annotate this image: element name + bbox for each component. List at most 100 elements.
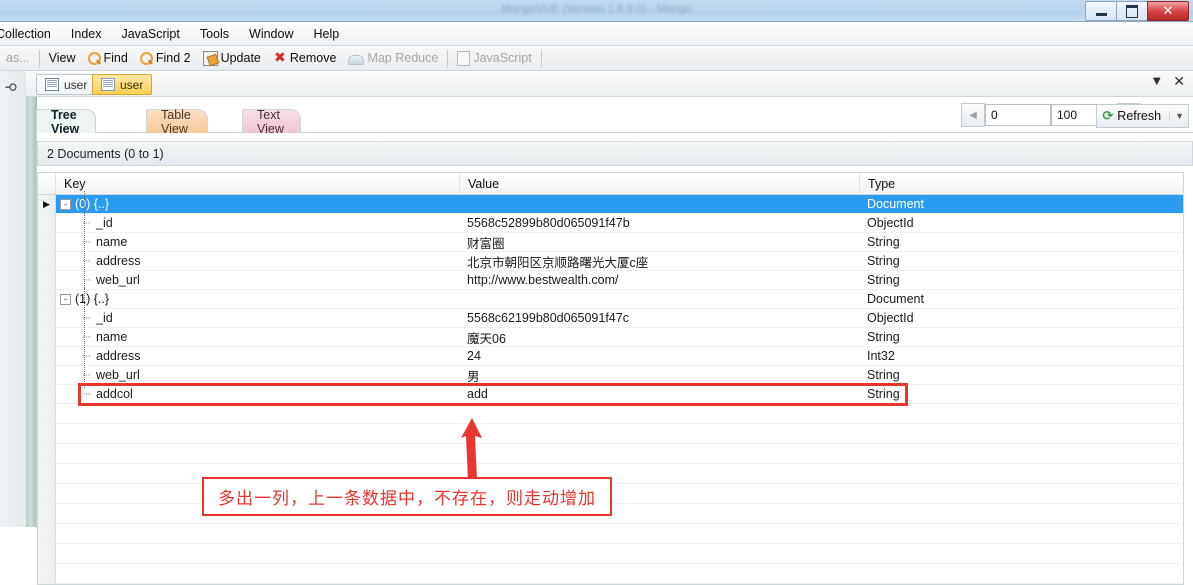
close-button[interactable]: ✕ [1147,1,1189,21]
row-selector[interactable]: ▶ [38,195,56,213]
cell-key[interactable]: - (0) {..} [56,195,460,213]
row-selector[interactable] [38,366,56,384]
row-selector[interactable] [38,271,56,289]
toolbar-button-remove[interactable]: ✖ Remove [267,49,343,67]
collection-tab-bar: user user ▼ ✕ [26,71,1193,97]
cell-key[interactable]: ··· name [56,233,460,251]
cell-value[interactable]: 北京市朝阳区京顺路曙光大厦c座 [460,252,860,270]
minimize-button[interactable] [1085,1,1117,21]
maximize-button[interactable] [1117,1,1147,21]
cell-type[interactable]: ObjectId [860,309,1180,327]
tab-text-view[interactable]: Text View [242,108,301,136]
menu-item-window[interactable]: Window [239,25,303,43]
row-selector[interactable] [38,484,56,503]
cell-key[interactable]: ··· address [56,252,460,270]
table-row[interactable]: ··· name 财富圈 String [38,233,1183,252]
pager-prev-button[interactable]: ◀ [961,103,985,127]
cell-type[interactable]: String [860,271,1180,289]
toolbar-button-find[interactable]: Find [82,49,134,67]
menu-item-javascript[interactable]: JavaScript [111,25,189,43]
row-selector[interactable] [38,252,56,270]
row-selector[interactable] [38,233,56,251]
cell-value[interactable]: 魔天06 [460,328,860,346]
row-selector[interactable] [38,504,56,523]
toolbar-button-update[interactable]: Update [197,49,267,68]
pin-icon[interactable]: ⚲ [3,82,19,92]
cell-type[interactable]: String [860,385,1180,403]
row-selector[interactable] [38,544,56,563]
cell-type[interactable]: String [860,366,1180,384]
toolbar-button-map-reduce[interactable]: Map Reduce [342,49,444,67]
cell-key[interactable]: ··· address [56,347,460,365]
cell-value[interactable]: 5568c62199b80d065091f47c [460,309,860,327]
expander-icon[interactable]: - [60,198,71,210]
collection-tab-user-2[interactable]: user [92,74,153,95]
menu-item-index[interactable]: Index [61,25,112,43]
cell-value[interactable]: 24 [460,347,860,365]
collection-tab-user-1[interactable]: user [36,74,97,95]
row-selector[interactable] [38,214,56,232]
empty-row [38,404,1183,424]
magnifier-icon [87,52,101,65]
refresh-dropdown-caret[interactable]: ▼ [1169,111,1184,121]
cell-value[interactable]: 财富圈 [460,233,860,251]
grid-header-value[interactable]: Value [460,173,860,194]
table-row[interactable]: ▶ - (0) {..} Document [38,195,1183,214]
cell-key[interactable]: ··· _id [56,214,460,232]
tab-tree-view[interactable]: Tree View [36,108,97,136]
grid-header-type[interactable]: Type [860,173,1180,194]
cell-type[interactable]: String [860,328,1180,346]
cell-type[interactable]: String [860,252,1180,270]
cell-type[interactable]: Document [860,290,1180,308]
annotation-box: 多出一列，上一条数据中，不存在，则走动增加 [202,477,612,516]
cell-value[interactable]: 5568c52899b80d065091f47b [460,214,860,232]
cell-value[interactable] [460,195,860,213]
cell-key[interactable]: - (1) {..} [56,290,460,308]
cell-value[interactable]: http://www.bestwealth.com/ [460,271,860,289]
toolbar-overflow[interactable]: as... [0,49,36,67]
skip-input[interactable]: 0 [985,104,1051,126]
toolbar-button-javascript[interactable]: JavaScript [451,49,537,68]
row-selector[interactable] [38,564,56,583]
cell-type[interactable]: Document [860,195,1180,213]
row-selector[interactable] [38,347,56,365]
toolbar-separator [447,49,449,67]
table-row[interactable]: ··· name 魔天06 String [38,328,1183,347]
cell-key[interactable]: ··· web_url [56,271,460,289]
grid-header-key[interactable]: Key [56,173,460,194]
refresh-icon: ⟳ [1102,108,1114,123]
table-row[interactable]: ··· address 北京市朝阳区京顺路曙光大厦c座 String [38,252,1183,271]
cell-type[interactable]: Int32 [860,347,1180,365]
toolbar-button-view[interactable]: View [43,49,82,67]
table-row[interactable]: ··· web_url http://www.bestwealth.com/Stri… [38,271,1183,290]
cell-type[interactable]: ObjectId [860,214,1180,232]
row-selector[interactable] [38,290,56,308]
menu-item-help[interactable]: Help [304,25,350,43]
table-row[interactable]: ··· _id 5568c62199b80d065091f47c ObjectId [38,309,1183,328]
chevron-down-icon[interactable]: ▼ [1150,74,1163,87]
table-row[interactable]: - (1) {..} Document [38,290,1183,309]
cell-value[interactable] [460,290,860,308]
cell-key[interactable]: ··· web_url [56,366,460,384]
cell-key[interactable]: ··· name [56,328,460,346]
cell-type[interactable]: String [860,233,1180,251]
row-selector[interactable] [38,309,56,327]
row-selector[interactable] [38,404,56,423]
expander-icon[interactable]: - [60,293,71,305]
document-tree-grid: Key Value Type ▶ - (0) {..} Document ··· _id 5… [37,172,1184,585]
cell-value[interactable]: 男 [460,366,860,384]
row-selector[interactable] [38,464,56,483]
menu-item-tools[interactable]: Tools [190,25,239,43]
table-row[interactable]: ··· address 24 Int32 [38,347,1183,366]
cell-key[interactable]: ··· _id [56,309,460,327]
toolbar-button-find2[interactable]: Find 2 [134,49,197,67]
close-icon[interactable]: ✕ [1173,74,1185,88]
row-selector[interactable] [38,328,56,346]
row-selector[interactable] [38,385,56,403]
refresh-button[interactable]: ⟳ Refresh ▼ [1096,104,1189,128]
table-row[interactable]: ··· _id 5568c52899b80d065091f47b ObjectId [38,214,1183,233]
menu-item-collection[interactable]: Collection [0,25,61,43]
row-selector[interactable] [38,444,56,463]
row-selector[interactable] [38,424,56,443]
tab-table-view[interactable]: Table View [146,108,208,136]
